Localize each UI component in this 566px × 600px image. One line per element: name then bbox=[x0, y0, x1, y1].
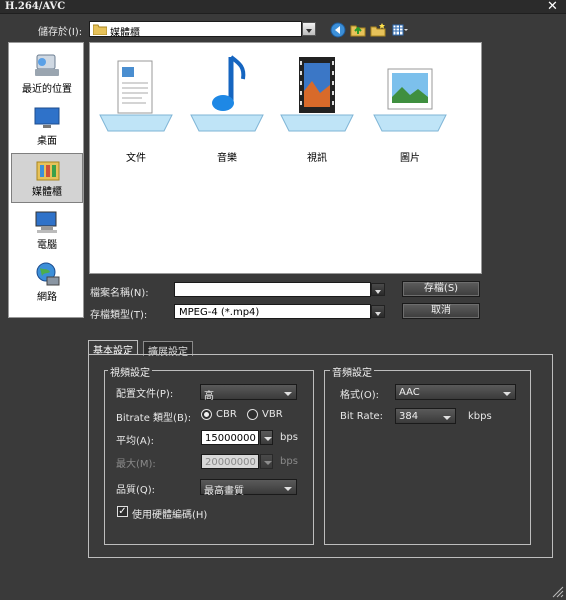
hw-encode-label: 使用硬體編碼(H) bbox=[132, 510, 208, 521]
folder-label: 圖片 bbox=[400, 153, 420, 164]
average-bitrate-value: 15000000 bbox=[205, 433, 256, 444]
tab-basic-settings[interactable]: 基本設定 bbox=[88, 340, 138, 357]
desktop-icon bbox=[34, 107, 60, 128]
cbr-label: CBR bbox=[216, 409, 237, 420]
profile-select[interactable]: 高 bbox=[200, 384, 297, 402]
bitrate-type-label: Bitrate 類型(B): bbox=[116, 413, 192, 424]
max-bitrate-input: 20000000 bbox=[201, 454, 259, 469]
place-label: 電腦 bbox=[37, 240, 57, 251]
hw-encode-checkbox[interactable]: ✓ bbox=[117, 506, 128, 517]
place-label: 媒體櫃 bbox=[32, 187, 62, 198]
file-type-value: MPEG-4 (*.mp4) bbox=[179, 307, 260, 318]
folder-label: 音樂 bbox=[217, 153, 237, 164]
chevron-down-icon bbox=[443, 416, 451, 420]
max-label: 最大(M): bbox=[116, 459, 156, 470]
new-folder-icon[interactable] bbox=[370, 22, 386, 38]
place-desktop[interactable]: 桌面 bbox=[11, 101, 83, 151]
audio-bitrate-label: Bit Rate: bbox=[340, 411, 384, 422]
close-icon[interactable]: ✕ bbox=[547, 0, 558, 14]
audio-bitrate-value: 384 bbox=[399, 411, 419, 422]
music-library-icon bbox=[190, 55, 264, 132]
videos-library-icon bbox=[280, 57, 354, 132]
file-type-label: 存檔類型(T): bbox=[90, 310, 148, 321]
quality-label: 品質(Q): bbox=[116, 485, 156, 496]
audio-format-value: AAC bbox=[399, 387, 420, 398]
average-unit: bps bbox=[280, 432, 298, 443]
file-name-input[interactable] bbox=[174, 282, 385, 297]
average-label: 平均(A): bbox=[116, 436, 155, 447]
place-network[interactable]: 網路 bbox=[11, 257, 83, 307]
chevron-down-icon bbox=[284, 392, 292, 396]
libraries-icon bbox=[36, 161, 60, 181]
folder-label: 視訊 bbox=[307, 153, 327, 164]
place-label: 桌面 bbox=[37, 136, 57, 147]
file-list-view[interactable]: 文件 音樂 視訊 圖片 bbox=[89, 42, 482, 274]
folder-label: 文件 bbox=[126, 153, 146, 164]
folder-documents[interactable]: 文件 bbox=[96, 53, 176, 164]
pictures-library-icon bbox=[373, 68, 447, 132]
file-type-select[interactable]: MPEG-4 (*.mp4) bbox=[174, 304, 385, 319]
profile-label: 配置文件(P): bbox=[116, 389, 174, 400]
place-recent[interactable]: 最近的位置 bbox=[11, 49, 83, 99]
network-icon bbox=[36, 262, 60, 286]
place-libraries[interactable]: 媒體櫃 bbox=[11, 153, 83, 203]
place-label: 最近的位置 bbox=[22, 84, 72, 95]
audio-bitrate-select[interactable]: 384 bbox=[395, 408, 456, 424]
view-menu-icon[interactable] bbox=[392, 22, 408, 38]
audio-bitrate-unit: kbps bbox=[468, 411, 492, 422]
save-in-value: 媒體櫃 bbox=[110, 28, 140, 39]
window-title: H.264/AVC bbox=[5, 1, 66, 12]
cancel-button[interactable]: 取消 bbox=[402, 303, 480, 319]
max-unit: bps bbox=[280, 456, 298, 467]
place-computer[interactable]: 電腦 bbox=[11, 205, 83, 255]
vbr-radio[interactable] bbox=[247, 409, 258, 420]
place-label: 網路 bbox=[37, 292, 57, 303]
max-bitrate-value: 20000000 bbox=[205, 457, 256, 468]
folder-music[interactable]: 音樂 bbox=[187, 53, 267, 164]
back-icon[interactable] bbox=[330, 22, 346, 38]
computer-icon bbox=[35, 211, 57, 233]
resize-grip-icon[interactable] bbox=[552, 586, 564, 598]
file-name-label: 檔案名稱(N): bbox=[90, 288, 149, 299]
audio-format-select[interactable]: AAC bbox=[395, 384, 516, 400]
cbr-radio[interactable] bbox=[201, 409, 212, 420]
file-type-dropdown-button[interactable] bbox=[371, 305, 385, 318]
profile-value: 高 bbox=[204, 391, 214, 402]
save-in-dropdown-button[interactable] bbox=[302, 22, 316, 36]
quality-value: 最高畫質 bbox=[204, 486, 244, 497]
folder-icon bbox=[93, 24, 107, 35]
save-in-label: 儲存於(I): bbox=[38, 27, 83, 38]
average-bitrate-dropdown[interactable] bbox=[260, 430, 273, 445]
average-bitrate-input[interactable]: 15000000 bbox=[201, 430, 259, 445]
max-bitrate-dropdown bbox=[260, 454, 273, 469]
documents-library-icon bbox=[99, 60, 173, 132]
folder-pictures[interactable]: 圖片 bbox=[370, 53, 450, 164]
save-button[interactable]: 存檔(S) bbox=[402, 281, 480, 297]
folder-videos[interactable]: 視訊 bbox=[277, 53, 357, 164]
places-bar: 最近的位置 桌面 媒體櫃 電腦 網路 bbox=[8, 42, 84, 318]
format-label: 格式(O): bbox=[340, 390, 380, 401]
up-folder-icon[interactable] bbox=[350, 22, 366, 38]
chevron-down-icon bbox=[284, 487, 292, 491]
recent-places-icon bbox=[35, 54, 59, 76]
vbr-label: VBR bbox=[262, 409, 283, 420]
title-bar bbox=[0, 0, 566, 14]
file-name-dropdown-button[interactable] bbox=[371, 283, 385, 296]
quality-select[interactable]: 最高畫質 bbox=[200, 479, 297, 497]
save-in-combo[interactable]: 媒體櫃 bbox=[89, 21, 316, 39]
audio-settings-title: 音頻設定 bbox=[330, 364, 374, 379]
chevron-down-icon bbox=[503, 392, 511, 396]
video-settings-title: 視頻設定 bbox=[108, 364, 152, 379]
